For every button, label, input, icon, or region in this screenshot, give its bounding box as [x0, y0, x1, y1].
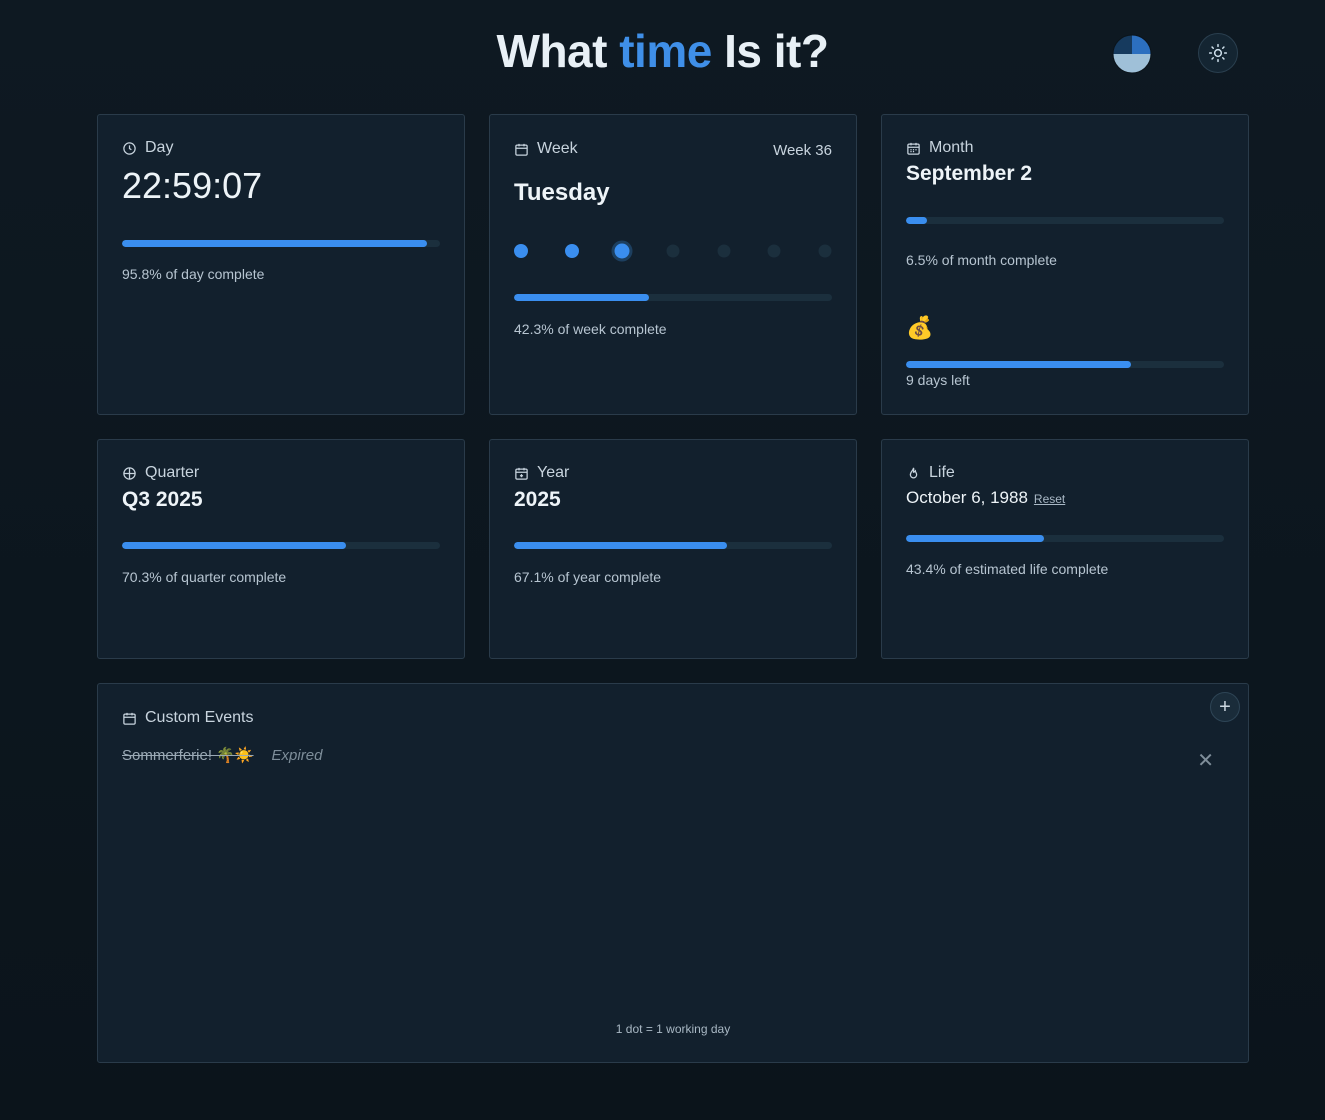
- calendar-grid-icon: [907, 142, 920, 155]
- quarter-card-header: Quarter: [122, 464, 199, 482]
- month-date: September 2: [906, 162, 1033, 185]
- month-caption: 6.5% of month complete: [906, 252, 1057, 268]
- life-birthdate[interactable]: October 6, 1988: [906, 488, 1028, 507]
- event-item: Sommerferie! 🌴☀️ Expired: [122, 746, 323, 765]
- week-weekday: Tuesday: [514, 179, 610, 206]
- month-progress-bar: [906, 217, 1224, 224]
- events-footnote: 1 dot = 1 working day: [615, 1022, 731, 1036]
- payday-caption: 9 days left: [906, 372, 970, 388]
- quarter-progress-bar: [122, 542, 440, 549]
- month-card-label: Month: [929, 139, 974, 156]
- month-card: Month September 2 6.5% of month complete…: [881, 114, 1249, 415]
- day-progress-bar: [122, 240, 440, 247]
- quarter-caption: 70.3% of quarter complete: [122, 569, 287, 585]
- month-card-header: Month: [906, 139, 973, 157]
- flame-icon: [909, 467, 918, 478]
- weekday-dot: [818, 244, 832, 258]
- money-bag-icon: 💰: [906, 315, 934, 340]
- custom-events-label: Custom Events: [145, 709, 254, 726]
- life-progress-fill: [906, 535, 1044, 542]
- title-part-1: What: [496, 25, 620, 77]
- quarter-value: Q3 2025: [122, 488, 203, 511]
- sun-icon: [1208, 43, 1228, 63]
- year-progress-fill: [514, 542, 728, 549]
- calendar-plus-icon: [515, 467, 528, 480]
- week-card: Week Week 36 Tuesday 42.3% of week compl…: [489, 114, 857, 415]
- weekday-dot: [514, 244, 528, 258]
- life-card-header: Life: [906, 464, 955, 482]
- theme-toggle-button[interactable]: [1198, 33, 1238, 73]
- title-accent: time: [619, 25, 712, 77]
- year-card-header: Year: [514, 464, 569, 482]
- event-name: Sommerferie! 🌴☀️: [122, 747, 254, 764]
- custom-events-card: Custom Events + Sommerferie! 🌴☀️ Expired…: [97, 683, 1249, 1063]
- quarter-card: Quarter Q3 2025 70.3% of quarter complet…: [97, 439, 465, 659]
- day-time: 22:59:07: [122, 165, 263, 206]
- month-progress-fill: [906, 217, 927, 224]
- week-progress-bar: [514, 294, 832, 301]
- weekday-dots: [514, 243, 832, 259]
- title-part-2: Is it?: [711, 25, 829, 77]
- calendar-icon: [123, 712, 136, 725]
- add-event-button[interactable]: +: [1210, 692, 1240, 722]
- remove-event-button[interactable]: ✕: [1197, 748, 1214, 773]
- plus-icon: +: [1219, 695, 1231, 718]
- life-birthdate-row: October 6, 1988 Reset: [906, 488, 1065, 508]
- year-card-label: Year: [537, 464, 570, 481]
- week-progress-fill: [514, 294, 649, 301]
- event-status: Expired: [271, 746, 323, 764]
- day-progress-fill: [122, 240, 427, 247]
- year-caption: 67.1% of year complete: [514, 569, 662, 585]
- weekday-dot: [564, 244, 579, 258]
- payday-progress-fill: [906, 361, 1131, 368]
- life-card-label: Life: [929, 464, 955, 481]
- week-card-header: Week: [514, 140, 578, 158]
- week-card-label: Week: [537, 140, 578, 157]
- weekday-dot: [767, 244, 781, 258]
- life-progress-bar: [906, 535, 1224, 542]
- day-card: Day 22:59:07 95.8% of day complete: [97, 114, 465, 415]
- year-card: Year 2025 67.1% of year complete: [489, 439, 857, 659]
- life-reset-link[interactable]: Reset: [1034, 492, 1065, 506]
- week-number: Week 36: [773, 142, 832, 159]
- payday-progress-bar: [906, 361, 1224, 368]
- weekday-dot: [717, 244, 731, 258]
- day-card-header: Day: [122, 139, 173, 157]
- quarter-card-label: Quarter: [145, 464, 200, 481]
- weekday-dot: [666, 244, 680, 258]
- year-progress-bar: [514, 542, 832, 549]
- year-value: 2025: [514, 488, 561, 511]
- custom-events-header: Custom Events: [122, 709, 253, 727]
- day-caption: 95.8% of day complete: [122, 266, 265, 282]
- clock-icon: [123, 141, 136, 155]
- pie-chart-icon[interactable]: [1112, 34, 1152, 74]
- quarter-progress-fill: [122, 542, 346, 549]
- life-card: Life October 6, 1988 Reset 43.4% of estim…: [881, 439, 1249, 659]
- weekday-dot: [614, 243, 630, 259]
- day-card-label: Day: [145, 139, 174, 156]
- calendar-icon: [515, 143, 528, 156]
- life-caption: 43.4% of estimated life complete: [906, 561, 1109, 577]
- crosshair-icon: [123, 466, 136, 480]
- week-caption: 42.3% of week complete: [514, 321, 667, 337]
